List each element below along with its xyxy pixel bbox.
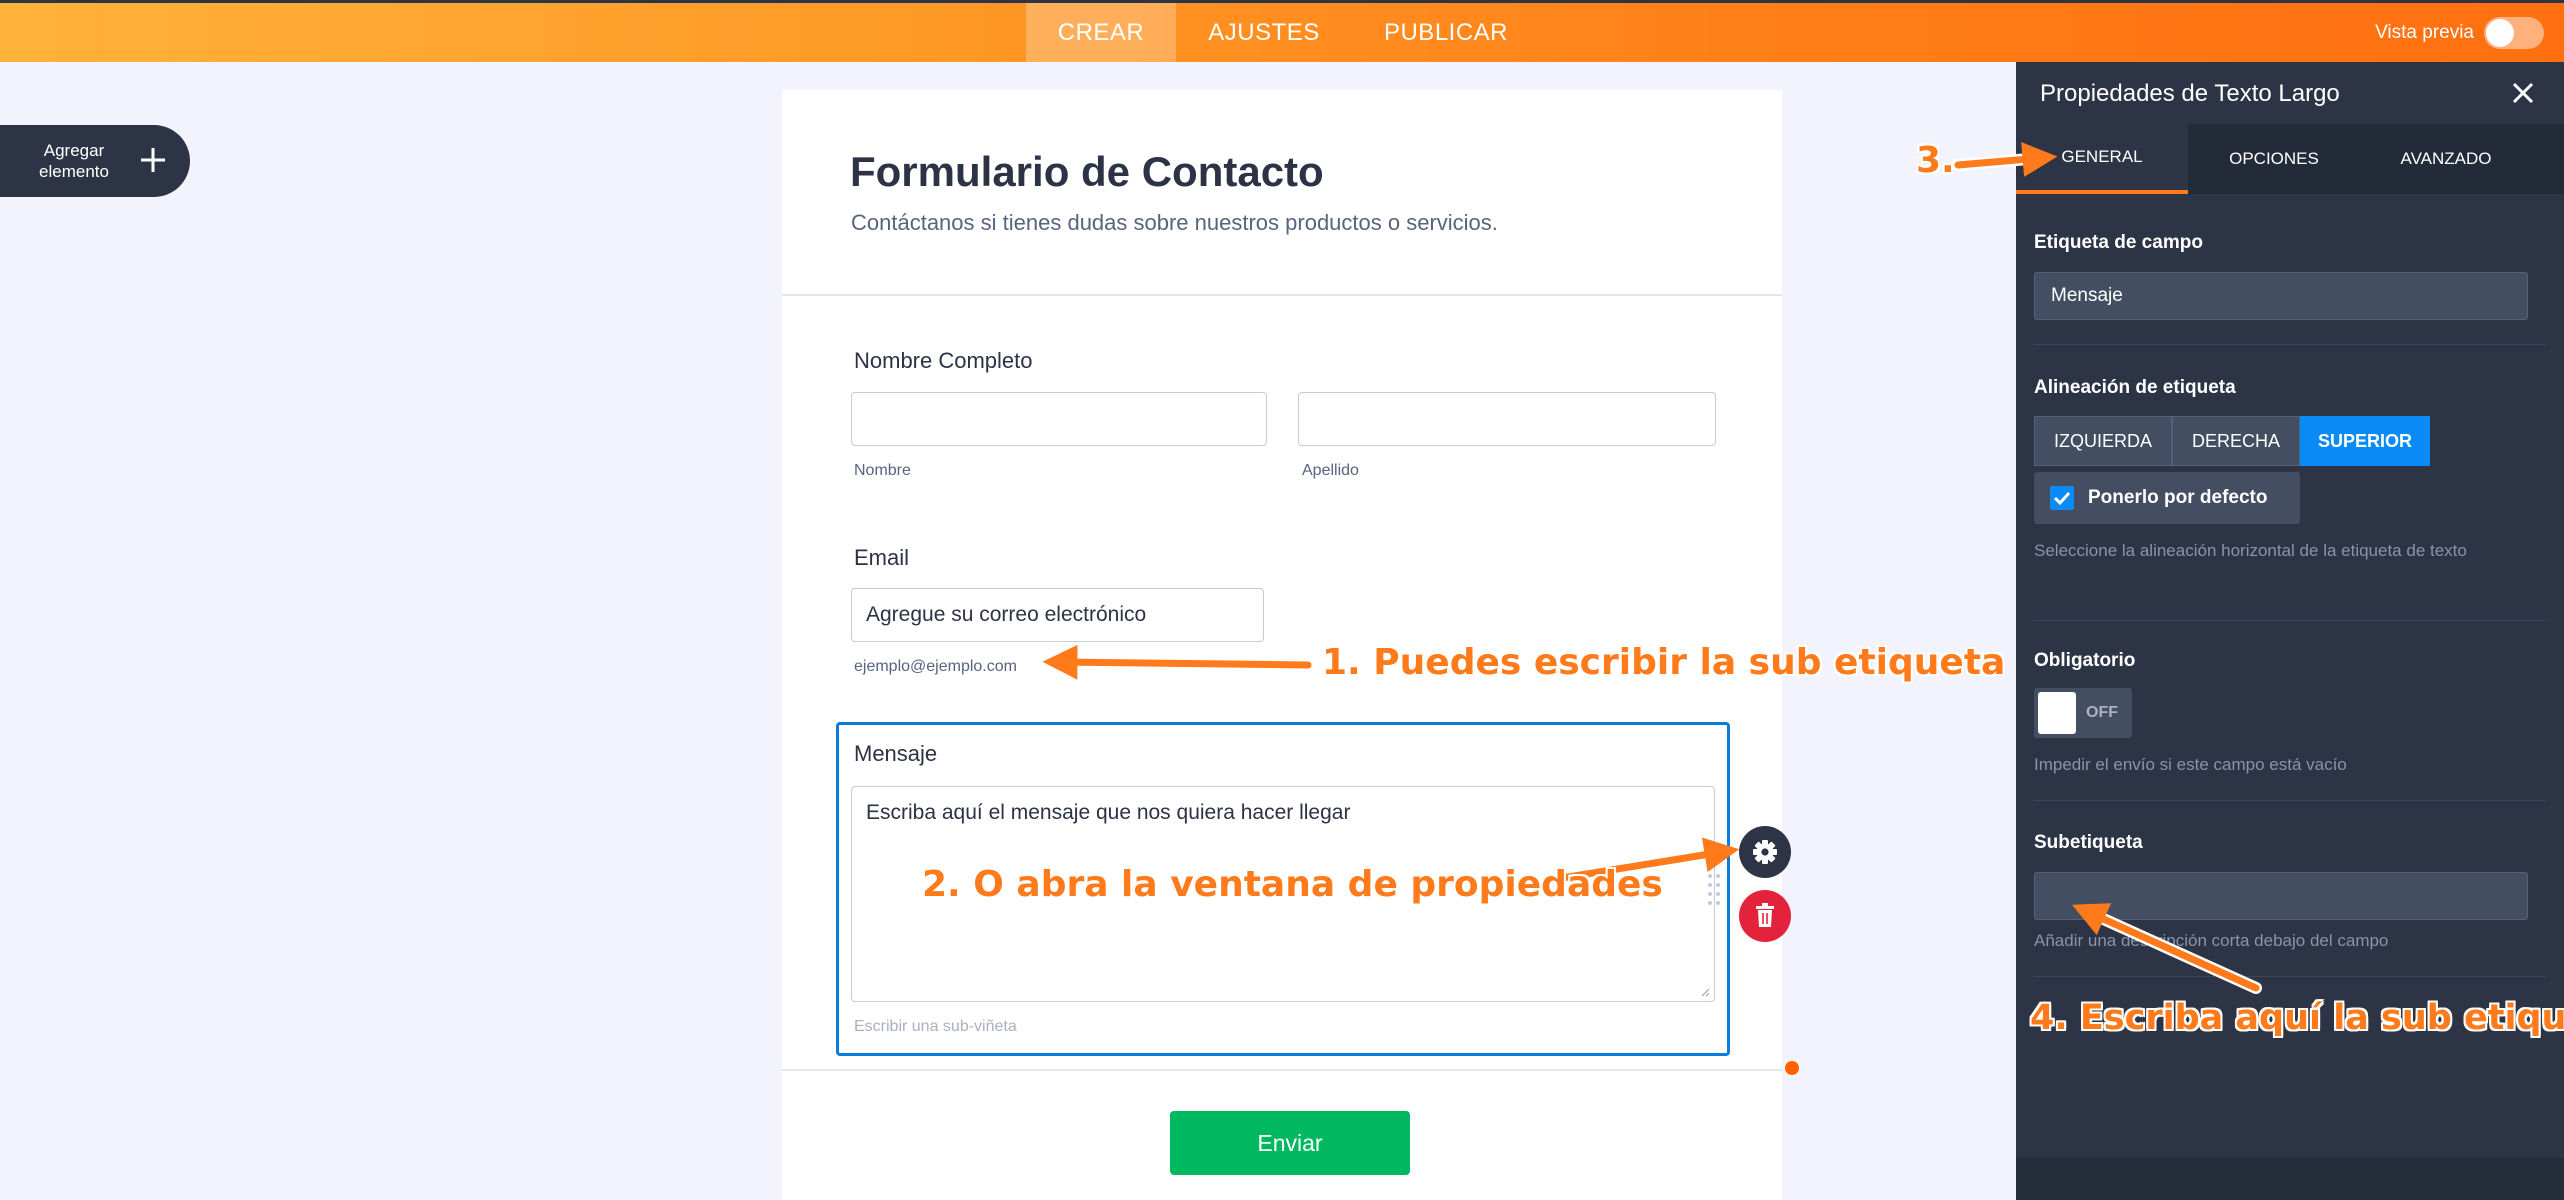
- annotation-2: 2. O abra la ventana de propiedades: [922, 864, 1663, 905]
- toggle-knob: [2486, 19, 2514, 47]
- tab-publicar[interactable]: PUBLICAR: [1364, 3, 1528, 62]
- add-element-label: Agregar elemento: [39, 141, 109, 181]
- required-title: Obligatorio: [2034, 650, 2136, 671]
- section-divider: [2034, 344, 2546, 345]
- annotation-4: 4. Escriba aquí la sub etiqueta: [2030, 998, 2564, 1038]
- section-divider: [2034, 976, 2546, 977]
- panel-tab-avanzado[interactable]: AVANZADO: [2360, 124, 2532, 194]
- indicator-dot: [1785, 1061, 1799, 1075]
- required-help: Impedir el envío si este campo está vací…: [2034, 755, 2347, 774]
- align-top-button[interactable]: SUPERIOR: [2300, 416, 2430, 466]
- toggle-state: OFF: [2086, 704, 2118, 721]
- form-header: Formulario de Contacto Contáctanos si ti…: [782, 90, 1782, 296]
- panel-title: Propiedades de Texto Largo: [2040, 80, 2340, 107]
- message-placeholder: Escriba aquí el mensaje que nos quiera h…: [866, 801, 1351, 824]
- annotation-1: 1. Puedes escribir la sub etiqueta: [1322, 642, 2006, 683]
- first-name-sublabel: Nombre: [854, 462, 911, 479]
- message-label: Mensaje: [854, 741, 938, 766]
- form-divider: [782, 1069, 1782, 1071]
- email-label: Email: [854, 545, 910, 570]
- align-right-button[interactable]: DERECHA: [2172, 416, 2300, 466]
- panel-tabs: GENERAL OPCIONES AVANZADO: [2016, 124, 2564, 194]
- first-name-input[interactable]: [851, 392, 1267, 446]
- form-subtitle: Contáctanos si tienes dudas sobre nuestr…: [851, 210, 1498, 235]
- field-label-value: Mensaje: [2051, 285, 2123, 306]
- resize-grip-icon[interactable]: [1700, 987, 1710, 997]
- drag-handle-icon[interactable]: [1707, 872, 1721, 906]
- annotation-3: 3.: [1916, 140, 1955, 181]
- properties-button[interactable]: [1739, 826, 1791, 878]
- align-left-button[interactable]: IZQUIERDA: [2034, 416, 2172, 466]
- top-navigation-bar: CREAR AJUSTES PUBLICAR Vista previa: [0, 0, 2564, 62]
- field-label-title: Etiqueta de campo: [2034, 232, 2203, 253]
- sublabel-help: Añadir una descripción corta debajo del …: [2034, 931, 2389, 950]
- tab-ajustes[interactable]: AJUSTES: [1196, 3, 1332, 62]
- email-placeholder: Agregue su correo electrónico: [866, 603, 1147, 626]
- last-name-input[interactable]: [1298, 392, 1716, 446]
- field-label-input[interactable]: Mensaje: [2034, 272, 2528, 320]
- toggle-knob: [2038, 692, 2076, 734]
- preview-label: Vista previa: [2375, 21, 2474, 43]
- close-icon[interactable]: [2510, 80, 2536, 106]
- check-icon: [2050, 486, 2074, 510]
- trash-icon: [1756, 903, 1774, 927]
- panel-tab-opciones[interactable]: OPCIONES: [2188, 124, 2360, 194]
- email-input[interactable]: Agregue su correo electrónico: [851, 588, 1264, 642]
- last-name-sublabel: Apellido: [1302, 462, 1359, 479]
- add-element-button[interactable]: Agregar elemento: [0, 125, 190, 197]
- email-sublabel: ejemplo@ejemplo.com: [854, 658, 1017, 675]
- required-toggle[interactable]: OFF: [2034, 688, 2132, 738]
- sublabel-input[interactable]: [2034, 872, 2528, 920]
- form-title: Formulario de Contacto: [850, 148, 1324, 195]
- panel-footer: [2016, 1158, 2564, 1200]
- message-sublabel: Escribir una sub-viñeta: [854, 1018, 1017, 1035]
- alignment-help: Seleccione la alineación horizontal de l…: [2034, 541, 2467, 560]
- default-checkbox[interactable]: [2050, 486, 2074, 510]
- section-divider: [2034, 620, 2546, 621]
- plus-icon: [141, 148, 165, 172]
- alignment-title: Alineación de etiqueta: [2034, 377, 2236, 398]
- gear-icon: [1753, 840, 1777, 864]
- delete-button[interactable]: [1739, 890, 1791, 942]
- submit-button[interactable]: Enviar: [1170, 1111, 1410, 1175]
- sublabel-title: Subetiqueta: [2034, 832, 2143, 853]
- preview-toggle[interactable]: [2484, 17, 2544, 49]
- section-divider: [2034, 800, 2546, 801]
- full-name-label: Nombre Completo: [854, 348, 1033, 373]
- tab-crear[interactable]: CREAR: [1026, 3, 1176, 62]
- default-checkbox-row[interactable]: Ponerlo por defecto: [2034, 472, 2300, 524]
- panel-tab-general[interactable]: GENERAL: [2016, 124, 2188, 194]
- default-checkbox-label: Ponerlo por defecto: [2088, 487, 2268, 508]
